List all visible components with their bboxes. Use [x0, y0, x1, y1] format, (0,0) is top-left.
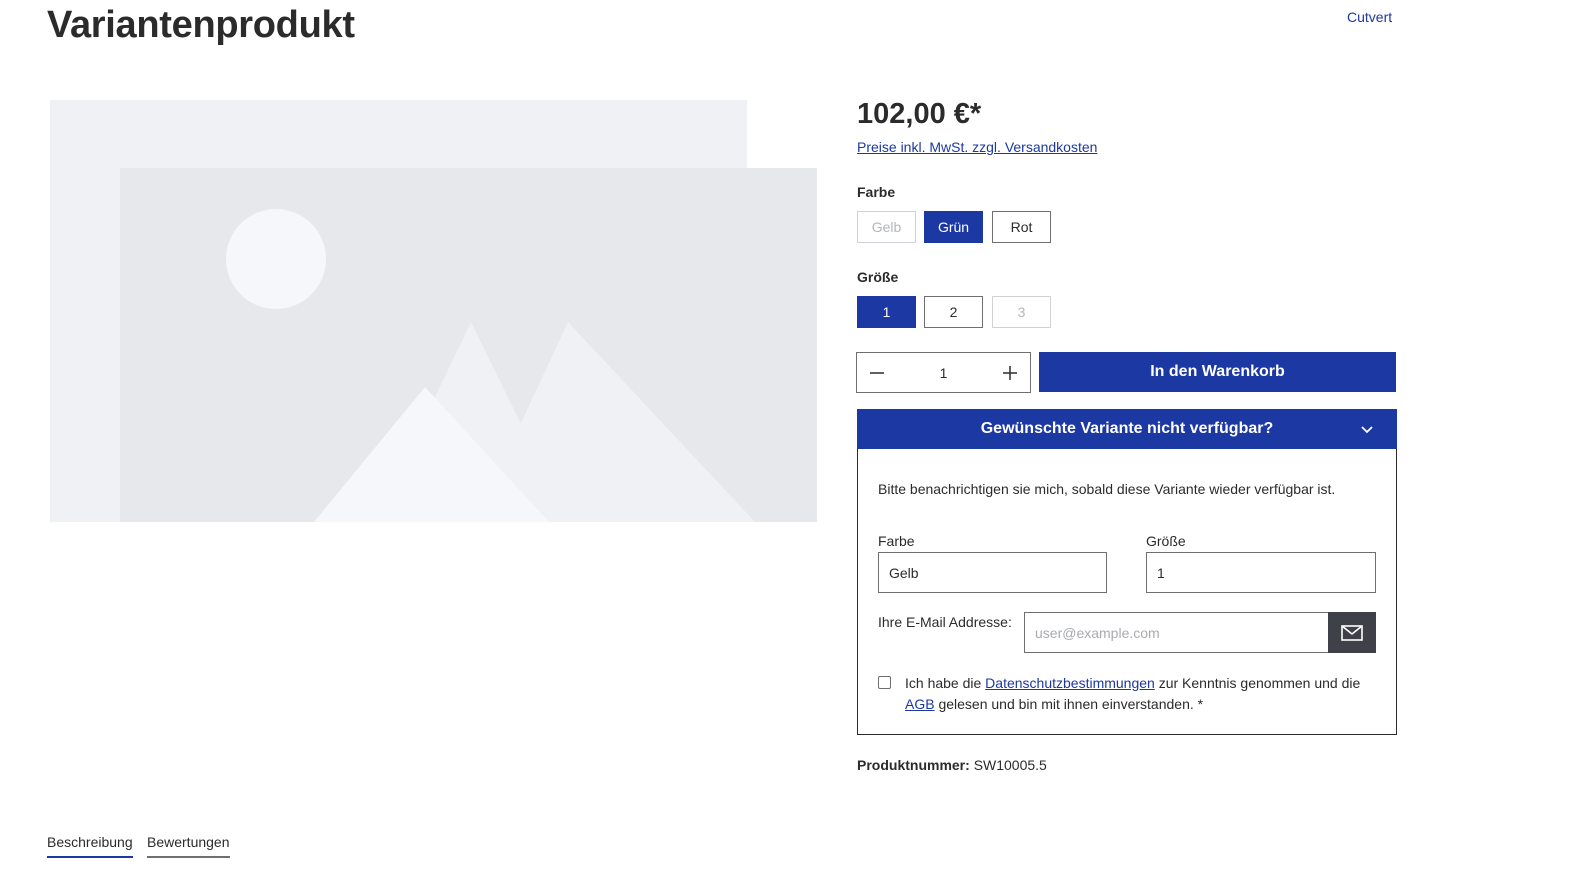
notify-intro-text: Bitte benachrichtigen sie mich, sobald d… [878, 481, 1336, 497]
color-option-gelb[interactable]: Gelb [857, 211, 916, 243]
product-number-label: Produktnummer: [857, 757, 970, 773]
notify-color-label: Farbe [878, 533, 915, 549]
add-to-cart-button[interactable]: In den Warenkorb [1039, 352, 1396, 392]
tab-reviews[interactable]: Bewertungen [147, 834, 230, 858]
tax-shipping-link[interactable]: Preise inkl. MwSt. zzgl. Versandkosten [857, 139, 1097, 155]
email-input[interactable] [1024, 612, 1329, 653]
page-title: Variantenprodukt [47, 4, 355, 46]
consent-text-part1: Ich habe die [905, 675, 986, 691]
quantity-value[interactable]: 1 [897, 353, 990, 392]
consent-text-part2: zur Kenntnis genommen und die [1154, 675, 1361, 691]
image-placeholder-icon [50, 100, 817, 522]
consent-checkbox[interactable] [878, 676, 891, 689]
size-group-label: Größe [857, 269, 899, 285]
size-option-3[interactable]: 3 [992, 296, 1051, 328]
product-price: 102,00 €* [857, 98, 982, 130]
manufacturer-link[interactable]: Cutvert [1347, 9, 1392, 25]
quantity-stepper: 1 [856, 352, 1031, 393]
consent-text-part3: gelesen und bin mit ihnen einverstanden.… [934, 696, 1204, 712]
quantity-decrease-button[interactable] [857, 353, 897, 392]
variant-notify-toggle[interactable]: Gewünschte Variante nicht verfügbar? [857, 409, 1397, 449]
chevron-down-icon [1361, 426, 1373, 434]
color-option-rot[interactable]: Rot [992, 211, 1051, 243]
quantity-increase-button[interactable] [990, 353, 1030, 392]
tab-description[interactable]: Beschreibung [47, 834, 133, 858]
minus-icon [870, 371, 884, 374]
color-group-label: Farbe [857, 184, 896, 200]
email-submit-button[interactable] [1328, 612, 1376, 653]
notify-color-field[interactable]: Gelb [878, 552, 1107, 593]
consent-text: Ich habe die Datenschutzbestimmungen zur… [905, 673, 1380, 715]
variant-notify-title: Gewünschte Variante nicht verfügbar? [980, 420, 1274, 437]
product-number: Produktnummer: SW10005.5 [857, 757, 1047, 773]
size-option-2[interactable]: 2 [924, 296, 983, 328]
privacy-policy-link[interactable]: Datenschutzbestimmungen [985, 675, 1155, 691]
product-image-placeholder[interactable] [49, 100, 817, 522]
product-number-value: SW10005.5 [973, 757, 1047, 773]
notify-size-label: Größe [1146, 533, 1186, 549]
size-option-1[interactable]: 1 [857, 296, 916, 328]
envelope-icon [1341, 624, 1363, 641]
plus-icon [1003, 365, 1017, 380]
color-option-gruen[interactable]: Grün [924, 211, 983, 243]
notify-size-field[interactable]: 1 [1146, 552, 1376, 593]
terms-link[interactable]: AGB [905, 696, 935, 712]
email-label: Ihre E-Mail Addresse: [878, 614, 1012, 630]
